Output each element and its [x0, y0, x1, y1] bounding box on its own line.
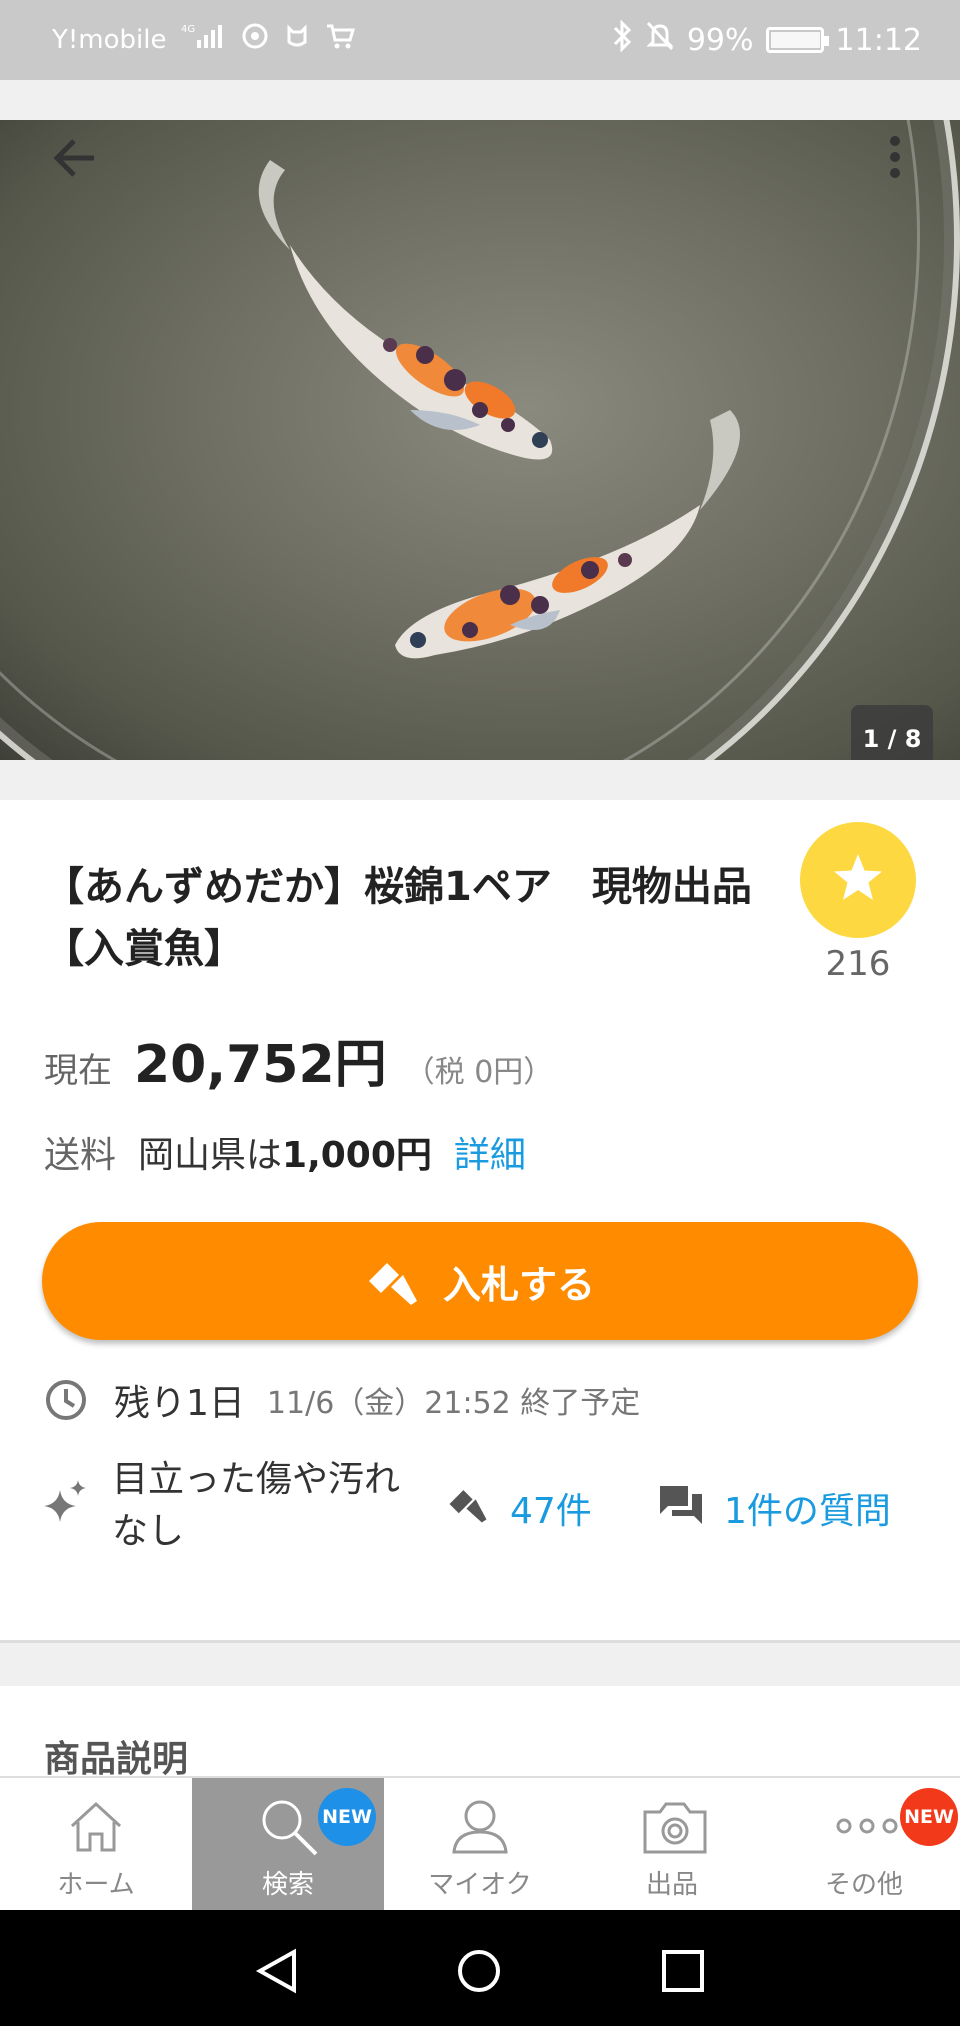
- svg-text:4G: 4G: [181, 24, 195, 35]
- nav-home[interactable]: ホーム: [0, 1778, 192, 1912]
- arrow-left-icon: [53, 139, 94, 177]
- clock: 11:12: [835, 22, 922, 58]
- gavel-icon: [368, 1263, 417, 1305]
- new-badge: NEW: [318, 1788, 376, 1846]
- nav-myauction-label: マイオク: [428, 1870, 532, 1900]
- more-vertical-icon: [880, 136, 910, 178]
- camera-icon: [643, 1802, 707, 1854]
- top-spacer: [0, 80, 960, 120]
- battery-icon: [765, 27, 829, 53]
- tax-note: （税 0円）: [404, 1055, 554, 1090]
- home-circle-icon[interactable]: [456, 1948, 502, 1994]
- fish-image-bottom: [395, 410, 740, 659]
- nav-search-label: 検索: [261, 1870, 314, 1900]
- bluetooth-icon: [611, 19, 633, 60]
- watchlist-button[interactable]: [800, 822, 916, 938]
- questions-link[interactable]: 1件の質問: [724, 1482, 891, 1534]
- more-horizontal-icon: [836, 1818, 898, 1834]
- watch-count: 216: [825, 944, 891, 984]
- nav-sell[interactable]: 出品: [576, 1778, 768, 1912]
- time-row: 残り1日 11/6（金）21:52 終了予定: [44, 1374, 640, 1426]
- new-badge: NEW: [900, 1788, 958, 1846]
- current-price: 20,752円: [134, 1035, 387, 1095]
- nav-sell-label: 出品: [645, 1870, 698, 1900]
- gavel-icon: [449, 1490, 487, 1523]
- nav-other-label: その他: [824, 1870, 903, 1900]
- cart-icon: [325, 22, 355, 57]
- shipping-label: 送料: [44, 1135, 117, 1176]
- battery-percent: 99%: [686, 22, 754, 58]
- star-icon: [834, 854, 882, 900]
- price-label: 現在: [44, 1051, 112, 1091]
- shipping-cost: 1,000円: [282, 1135, 432, 1176]
- nav-home-label: ホーム: [57, 1870, 135, 1900]
- sparkle-icon: [44, 1480, 86, 1522]
- remaining-time: 残り1日: [114, 1383, 245, 1424]
- shipping-detail-link[interactable]: 詳細: [454, 1126, 526, 1178]
- bid-count-link[interactable]: 47件: [510, 1482, 592, 1534]
- person-icon: [452, 1800, 508, 1854]
- bid-button[interactable]: 入札する: [42, 1222, 918, 1340]
- mute-icon: [645, 20, 675, 60]
- chrome-icon: [241, 22, 269, 57]
- bid-button-label: 入札する: [442, 1262, 595, 1307]
- system-nav-bar: [0, 1910, 960, 2026]
- search-icon: [262, 1800, 318, 1856]
- product-title: 【あんずめだか】桜錦1ペア 現物出品【入賞魚】: [44, 864, 752, 972]
- app-notification-icon: [283, 22, 311, 57]
- condition-text: 目立った傷や汚れなし: [112, 1459, 401, 1552]
- back-triangle-icon[interactable]: [254, 1948, 300, 1994]
- image-spacer: [0, 760, 960, 800]
- clock-icon: [46, 1380, 86, 1420]
- nav-myauction[interactable]: マイオク: [384, 1778, 576, 1912]
- carrier-label: Y!mobile: [52, 24, 167, 55]
- signal-icon: 4G: [181, 22, 227, 57]
- bottom-nav: ホーム NEW 検索 マイオク 出品 NEW その他: [0, 1776, 960, 1912]
- section-divider: [0, 1640, 960, 1686]
- nav-other[interactable]: NEW その他: [768, 1778, 960, 1912]
- product-image[interactable]: [0, 120, 960, 760]
- home-icon: [70, 1801, 122, 1852]
- status-bar: Y!mobile 4G 99% 11:12: [0, 0, 960, 80]
- description-heading: 商品説明: [44, 1739, 189, 1780]
- end-time: 11/6（金）21:52 終了予定: [266, 1386, 641, 1421]
- nav-search[interactable]: NEW 検索: [192, 1778, 384, 1912]
- price-row: 現在 20,752円 （税 0円）: [44, 1022, 553, 1097]
- chat-icon: [660, 1486, 702, 1524]
- recents-square-icon[interactable]: [660, 1948, 706, 1994]
- more-options-button[interactable]: [880, 130, 910, 190]
- shipping-row: 送料 岡山県は 1,000円 詳細: [44, 1126, 526, 1178]
- back-button[interactable]: [46, 128, 106, 188]
- shipping-prefecture: 岡山県は: [138, 1135, 283, 1176]
